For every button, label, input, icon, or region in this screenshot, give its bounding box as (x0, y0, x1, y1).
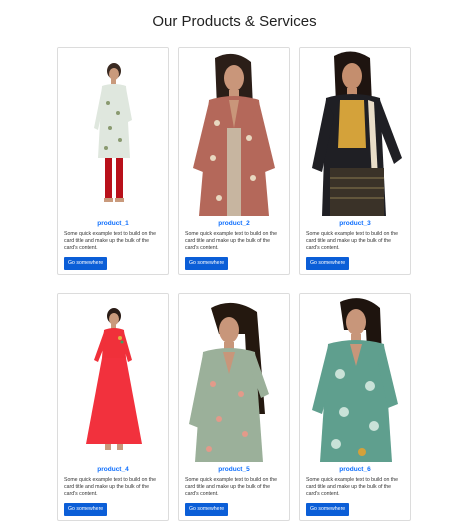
product-description: Some quick example text to build on the … (64, 231, 156, 251)
product-title[interactable]: product_6 (300, 466, 410, 474)
product-description: Some quick example text to build on the … (185, 231, 277, 251)
product-image (179, 48, 289, 218)
product-card: product_5 Some quick example text to bui… (178, 293, 290, 521)
product-title[interactable]: product_4 (58, 466, 168, 474)
product-description: Some quick example text to build on the … (306, 231, 398, 251)
product-image (300, 48, 410, 218)
product-description: Some quick example text to build on the … (185, 477, 277, 497)
product-description: Some quick example text to build on the … (306, 477, 398, 497)
product-title[interactable]: product_1 (58, 220, 168, 228)
go-somewhere-button[interactable]: Go somewhere (306, 503, 350, 516)
product-card: product_3 Some quick example text to bui… (299, 47, 411, 275)
product-title[interactable]: product_5 (179, 466, 289, 474)
product-card: product_6 Some quick example text to bui… (299, 293, 411, 521)
product-title[interactable]: product_3 (300, 220, 410, 228)
go-somewhere-button[interactable]: Go somewhere (64, 503, 108, 516)
go-somewhere-button[interactable]: Go somewhere (306, 257, 350, 270)
product-card: product_4 Some quick example text to bui… (57, 293, 169, 521)
go-somewhere-button[interactable]: Go somewhere (185, 257, 229, 270)
product-image (179, 294, 289, 464)
product-card: product_1 Some quick example text to bui… (57, 47, 169, 275)
go-somewhere-button[interactable]: Go somewhere (64, 257, 108, 270)
product-image (300, 294, 410, 464)
page-title: Our Products & Services (152, 13, 317, 30)
product-image (58, 48, 168, 218)
product-title[interactable]: product_2 (179, 220, 289, 228)
product-description: Some quick example text to build on the … (64, 477, 156, 497)
go-somewhere-button[interactable]: Go somewhere (185, 503, 229, 516)
product-card: product_2 Some quick example text to bui… (178, 47, 290, 275)
product-image (58, 294, 168, 464)
